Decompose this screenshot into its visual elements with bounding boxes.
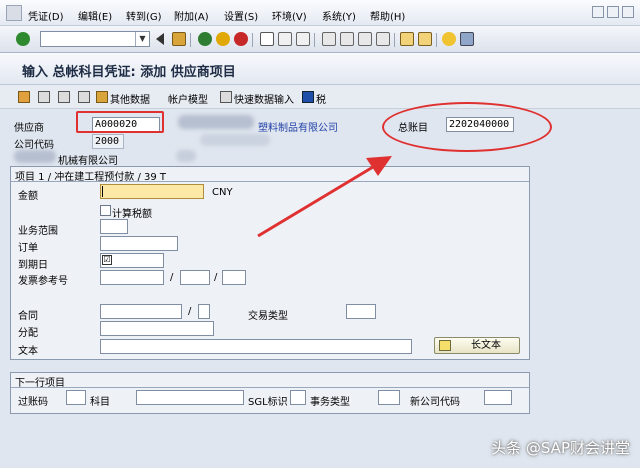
arrow-head bbox=[366, 156, 392, 176]
watermark-text: 头条 @SAP财会讲堂 bbox=[491, 439, 630, 457]
annotation-arrow bbox=[257, 156, 392, 238]
arrow-shaft bbox=[257, 162, 379, 238]
